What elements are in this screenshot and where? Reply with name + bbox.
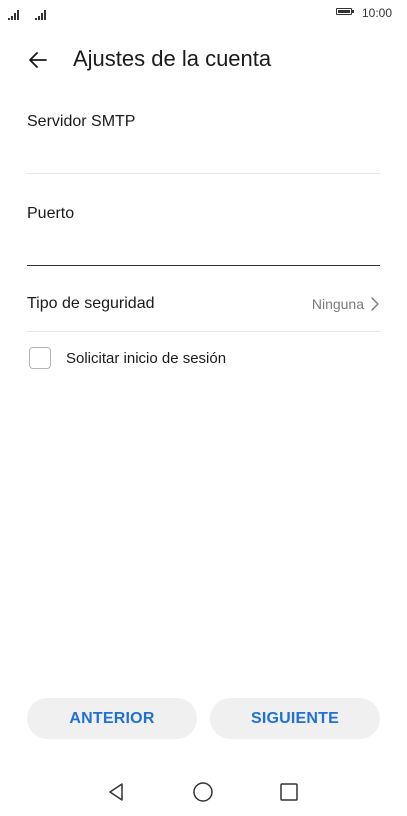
- smtp-server-input[interactable]: [27, 141, 380, 173]
- status-time: 10:00: [361, 6, 392, 20]
- port-input[interactable]: [27, 233, 380, 265]
- security-type-value-wrap: Ninguna: [312, 296, 380, 312]
- triangle-back-icon[interactable]: [104, 780, 128, 804]
- signal-icon: [8, 8, 19, 20]
- smtp-server-underline: [27, 173, 380, 174]
- arrow-left-icon[interactable]: [26, 48, 50, 72]
- port-field: Puerto: [27, 205, 380, 266]
- status-bar: 10:00: [0, 0, 407, 26]
- port-underline: [27, 265, 380, 266]
- page-title: Ajustes de la cuenta: [73, 46, 272, 71]
- security-type-row[interactable]: Tipo de seguridad Ninguna: [27, 284, 380, 324]
- header: Ajustes de la cuenta: [0, 40, 407, 80]
- require-login-row[interactable]: Solicitar inicio de sesión: [29, 347, 226, 369]
- battery-icon: [336, 8, 354, 15]
- port-label: Puerto: [27, 205, 75, 222]
- circle-home-icon[interactable]: [191, 780, 215, 804]
- require-login-label: Solicitar inicio de sesión: [66, 349, 227, 367]
- chevron-right-icon: [371, 297, 379, 311]
- navigation-bar: [0, 772, 407, 812]
- security-type-value: Ninguna: [311, 296, 364, 312]
- smtp-server-field: Servidor SMTP: [27, 113, 380, 174]
- smtp-server-label: Servidor SMTP: [27, 113, 136, 130]
- divider: [27, 331, 380, 332]
- previous-button[interactable]: ANTERIOR: [27, 698, 197, 739]
- signal-icon: [35, 8, 46, 20]
- security-type-label: Tipo de seguridad: [27, 295, 155, 312]
- square-recents-icon[interactable]: [277, 780, 301, 804]
- require-login-checkbox[interactable]: [29, 347, 51, 369]
- next-button[interactable]: SIGUIENTE: [210, 698, 380, 739]
